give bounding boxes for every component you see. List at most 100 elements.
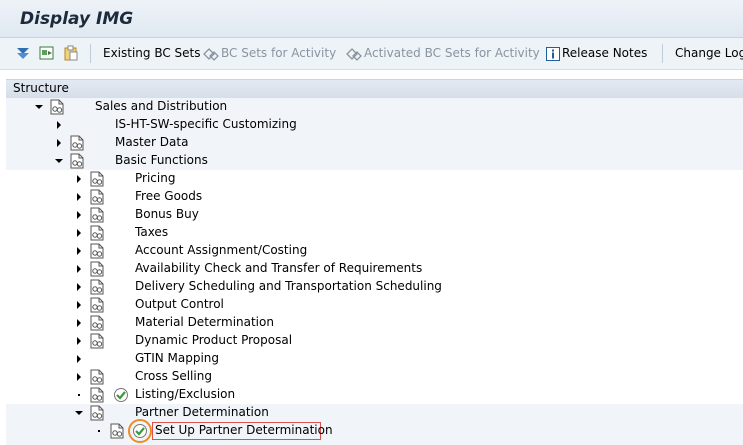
tree-node-label: Pricing: [135, 171, 176, 185]
tree-node-free-goods[interactable]: Free Goods: [6, 188, 743, 206]
tree-node-sales-distribution[interactable]: Sales and Distribution: [6, 98, 743, 116]
tree-node-label: Set Up Partner Determination: [155, 423, 333, 437]
tree-node-setup-partner-determination[interactable]: Set Up Partner Determination: [6, 419, 743, 443]
info-icon: [546, 46, 560, 61]
tree-node-taxes[interactable]: Taxes: [6, 224, 743, 242]
expand-arrow-icon[interactable]: [77, 355, 81, 363]
document-icon: [110, 423, 124, 439]
tree-node-label: Availability Check and Transfer of Requi…: [135, 261, 423, 275]
expand-arrow-icon[interactable]: [77, 211, 81, 219]
expand-arrow-icon[interactable]: [77, 337, 81, 345]
document-icon: [50, 99, 64, 115]
expand-arrow-icon[interactable]: [77, 319, 81, 327]
document-icon: [90, 261, 104, 277]
expand-arrow-icon[interactable]: [77, 373, 81, 381]
expand-arrow-icon[interactable]: [77, 175, 81, 183]
release-notes-label: Release Notes: [562, 46, 648, 60]
tree-node-label: Free Goods: [135, 189, 203, 203]
tree-node-is-ht[interactable]: IS-HT-SW-specific Customizing: [6, 116, 743, 134]
img-tree: Sales and Distribution IS-HT-SW-specific…: [6, 98, 743, 445]
clipboard-icon[interactable]: [62, 44, 80, 62]
execute-clock-icon[interactable]: [113, 387, 129, 403]
expand-arrow-icon[interactable]: [77, 265, 81, 273]
tree-node-account-assignment[interactable]: Account Assignment/Costing: [6, 242, 743, 260]
collapse-arrow-icon[interactable]: [55, 159, 63, 163]
tree-node-label: Partner Determination: [135, 405, 269, 419]
toolbar: Existing BC Sets BC Sets for Activity Ac…: [0, 38, 743, 70]
document-icon: [90, 297, 104, 313]
tree-node-cross-selling[interactable]: Cross Selling: [6, 368, 743, 386]
structure-header: Structure: [6, 79, 743, 99]
find-icon[interactable]: [38, 44, 56, 62]
tree-node-pricing[interactable]: Pricing: [6, 170, 743, 188]
document-icon: [90, 387, 104, 403]
expand-arrow-icon[interactable]: [77, 301, 81, 309]
document-icon: [90, 225, 104, 241]
tree-node-listing-exclusion[interactable]: Listing/Exclusion: [6, 386, 743, 404]
tree-node-output-control[interactable]: Output Control: [6, 296, 743, 314]
change-log-button[interactable]: Change Log: [675, 45, 743, 62]
document-icon: [70, 135, 84, 151]
existing-bc-sets-button[interactable]: Existing BC Sets: [103, 45, 201, 62]
document-icon: [90, 171, 104, 187]
tree-node-label: Sales and Distribution: [95, 99, 228, 113]
document-icon: [90, 315, 104, 331]
collapse-arrow-icon[interactable]: [75, 411, 83, 415]
tree-node-label: Basic Functions: [115, 153, 208, 167]
tree-node-gtin-mapping[interactable]: GTIN Mapping: [6, 350, 743, 368]
toolbar-separator: [90, 44, 91, 63]
leaf-bullet: [78, 394, 80, 396]
document-icon: [90, 369, 104, 385]
tree-node-master-data[interactable]: Master Data: [6, 134, 743, 152]
structure-header-label: Structure: [13, 81, 69, 95]
document-icon: [90, 189, 104, 205]
tree-node-label: Delivery Scheduling and Transportation S…: [135, 279, 442, 293]
tree-node-delivery-scheduling[interactable]: Delivery Scheduling and Transportation S…: [6, 278, 743, 296]
tree-node-label: Listing/Exclusion: [135, 387, 236, 401]
bc-sets-for-activity-label: BC Sets for Activity: [221, 46, 337, 60]
document-icon: [90, 207, 104, 223]
tree-node-label: Dynamic Product Proposal: [135, 333, 293, 347]
tree-node-label: Cross Selling: [135, 369, 212, 383]
tree-node-dynamic-product-proposal[interactable]: Dynamic Product Proposal: [6, 332, 743, 350]
document-icon: [70, 153, 84, 169]
expand-arrow-icon[interactable]: [77, 229, 81, 237]
tree-node-bonus-buy[interactable]: Bonus Buy: [6, 206, 743, 224]
document-icon: [90, 279, 104, 295]
bc-set-icon: [203, 47, 219, 61]
tree-node-basic-functions[interactable]: Basic Functions: [6, 152, 743, 170]
document-icon: [90, 333, 104, 349]
release-notes-button[interactable]: Release Notes: [546, 45, 647, 62]
tree-node-label: Material Determination: [135, 315, 274, 329]
tree-node-material-determination[interactable]: Material Determination: [6, 314, 743, 332]
bc-sets-for-activity-button[interactable]: BC Sets for Activity: [203, 45, 336, 62]
execute-clock-icon[interactable]: [132, 423, 148, 439]
tree-node-label: IS-HT-SW-specific Customizing: [115, 117, 297, 131]
expand-arrow-icon[interactable]: [57, 139, 61, 147]
tree-node-label: Taxes: [135, 225, 169, 239]
document-icon: [90, 243, 104, 259]
toolbar-separator: [662, 44, 663, 63]
expand-arrow-icon[interactable]: [77, 193, 81, 201]
expand-icon[interactable]: [14, 44, 32, 62]
tree-node-partner-determination[interactable]: Partner Determination: [6, 404, 743, 422]
existing-bc-sets-label: Existing BC Sets: [103, 46, 201, 60]
window-title: Display IMG: [20, 9, 134, 29]
document-icon: [90, 405, 104, 421]
expand-arrow-icon[interactable]: [77, 247, 81, 255]
tree-node-label: Bonus Buy: [135, 207, 199, 221]
activated-bc-sets-button[interactable]: Activated BC Sets for Activity: [346, 45, 540, 62]
change-log-label: Change Log: [675, 46, 743, 60]
title-bar: Display IMG: [0, 0, 743, 38]
leaf-bullet: [98, 430, 100, 432]
expand-arrow-icon[interactable]: [77, 283, 81, 291]
activated-bc-sets-label: Activated BC Sets for Activity: [364, 46, 540, 60]
collapse-arrow-icon[interactable]: [35, 105, 43, 109]
tree-node-label: GTIN Mapping: [135, 351, 220, 365]
tree-node-label: Master Data: [115, 135, 189, 149]
expand-arrow-icon[interactable]: [57, 121, 61, 129]
tree-node-label: Output Control: [135, 297, 224, 311]
bc-set-icon: [346, 47, 362, 61]
tree-node-label: Account Assignment/Costing: [135, 243, 308, 257]
tree-node-availability-check[interactable]: Availability Check and Transfer of Requi…: [6, 260, 743, 278]
